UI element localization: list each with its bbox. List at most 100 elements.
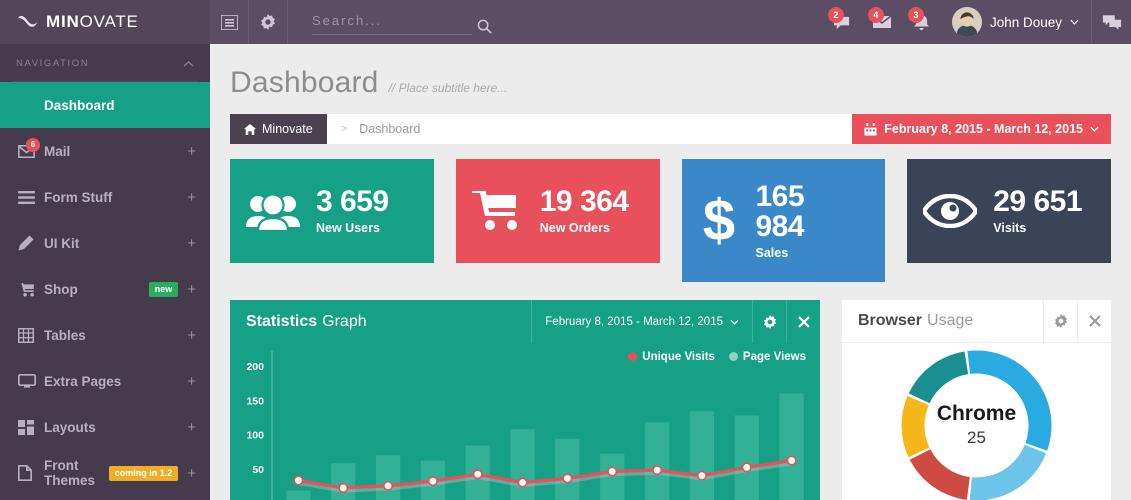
chevron-up-icon[interactable] [183, 59, 194, 69]
mail-icon: 6 [18, 145, 44, 158]
donut-chart: Chrome 25 [889, 338, 1064, 500]
monitor-icon [18, 374, 44, 388]
dollar-icon: $ [698, 191, 740, 251]
calendar-icon [864, 123, 877, 136]
expand-plus-icon[interactable]: + [187, 374, 196, 389]
notification-comments[interactable]: 2 [822, 0, 862, 44]
breadcrumb-current: Dashboard [359, 122, 420, 136]
statistics-panel-header: StatisticsGraph February 8, 2015 - March… [230, 300, 820, 343]
statistics-graph-panel: StatisticsGraph February 8, 2015 - March… [230, 300, 820, 500]
sidebar-item-extra-pages[interactable]: Extra Pages+ [0, 358, 210, 404]
statistics-chart: 50100150200 Unique Visits Page Views [230, 343, 820, 500]
sidebar-item-form-stuff[interactable]: Form Stuff+ [0, 174, 210, 220]
close-icon [1089, 315, 1101, 327]
user-name: John Douey [990, 15, 1062, 30]
page-header: Dashboard // Place subtitle here... [210, 44, 1131, 100]
sidebar-item-layouts[interactable]: Layouts+ [0, 404, 210, 450]
sidebar-item-label: Form Stuff [44, 190, 187, 205]
legend-item-page-views: Page Views [729, 351, 806, 363]
browser-close-button[interactable] [1077, 300, 1111, 342]
breadcrumb: Minovate > Dashboard [230, 114, 852, 144]
expand-plus-icon[interactable]: + [187, 190, 196, 205]
layout-icon [18, 420, 44, 435]
list-icon [18, 191, 44, 204]
stat-tiles: 3 659 New Users 19 364 New Orders [230, 159, 1111, 282]
main-content: Dashboard // Place subtitle here... Mino… [210, 44, 1131, 500]
sidebar-item-ui-kit[interactable]: UI Kit+ [0, 220, 210, 266]
dashboard-panels: StatisticsGraph February 8, 2015 - March… [230, 300, 1111, 500]
badge-count: 4 [868, 7, 884, 23]
sidebar-item-tables[interactable]: Tables+ [0, 312, 210, 358]
donut-slice[interactable] [910, 449, 970, 500]
sidebar-item-dashboard[interactable]: Dashboard [0, 82, 210, 128]
user-avatar [952, 7, 982, 37]
sidebar-item-maps[interactable]: Maps+ [0, 496, 210, 500]
sidebar-item-shop[interactable]: Shopnew+ [0, 266, 210, 312]
breadcrumb-separator: > [341, 123, 347, 135]
notification-messages[interactable]: 4 [862, 0, 902, 44]
stat-value: 165 984 [756, 182, 840, 242]
sidebar-item-front-themes[interactable]: Front Themescoming in 1.2 + [0, 450, 210, 496]
cart-icon [472, 190, 524, 232]
statistics-settings-button[interactable] [752, 300, 786, 343]
stat-label: New Users [316, 221, 389, 235]
sidebar-item-label: Tables [44, 328, 187, 343]
menu-list-icon [221, 15, 238, 30]
eye-icon [923, 194, 977, 228]
notification-alerts[interactable]: 3 [902, 0, 942, 44]
topbar-right-group: 2 4 3 [822, 0, 1131, 44]
topbar-settings-button[interactable] [249, 0, 288, 44]
date-range-picker[interactable]: February 8, 2015 - March 12, 2015 [852, 114, 1111, 144]
expand-plus-icon[interactable]: + [187, 420, 196, 435]
stat-label: New Orders [540, 221, 629, 235]
stat-tile-new-orders[interactable]: 19 364 New Orders [456, 159, 660, 263]
users-icon [246, 191, 300, 231]
donut-slice[interactable] [967, 350, 1051, 450]
stat-value: 19 364 [540, 187, 629, 217]
breadcrumb-home[interactable]: Minovate [230, 114, 327, 144]
donut-slice[interactable] [901, 395, 929, 456]
close-icon [798, 316, 810, 328]
dashboard-app: MINOVATE [0, 0, 1131, 500]
sidebar-item-label: UI Kit [44, 236, 187, 251]
sidebar-item-tag: coming in 1.2 [109, 466, 179, 481]
sidebar-item-mail[interactable]: 6Mail+ [0, 128, 210, 174]
browser-panel-title: BrowserUsage [842, 300, 1043, 342]
search-input[interactable] [312, 10, 472, 35]
user-menu[interactable]: John Douey [942, 0, 1091, 44]
expand-plus-icon[interactable]: + [187, 144, 196, 159]
expand-plus-icon[interactable]: + [187, 466, 196, 481]
sidebar-item-label: Shop [44, 282, 149, 297]
statistics-panel-title: StatisticsGraph [230, 300, 531, 343]
sidebar-toggle-button[interactable] [210, 0, 249, 44]
gear-icon [1054, 314, 1068, 328]
statistics-close-button[interactable] [786, 300, 820, 343]
statistics-date-range[interactable]: February 8, 2015 - March 12, 2015 [531, 300, 752, 343]
expand-plus-icon[interactable]: + [187, 282, 196, 297]
date-range-label: February 8, 2015 - March 12, 2015 [884, 122, 1083, 136]
statistics-date-label: February 8, 2015 - March 12, 2015 [545, 316, 723, 328]
stat-tile-sales[interactable]: $ 165 984 Sales [682, 159, 886, 282]
sidebar: NAVIGATION Dashboard6Mail+Form Stuff+UI … [0, 44, 210, 500]
browser-usage-panel: BrowserUsage [842, 300, 1111, 500]
expand-plus-icon[interactable]: + [187, 236, 196, 251]
sidebar-item-label: Dashboard [44, 98, 196, 113]
expand-plus-icon[interactable]: + [187, 328, 196, 343]
search-box[interactable] [312, 0, 492, 44]
pencil-icon [18, 235, 44, 251]
search-submit-button[interactable] [477, 19, 492, 39]
browser-settings-button[interactable] [1043, 300, 1077, 342]
breadcrumb-row: Minovate > Dashboard February 8, 2015 - … [230, 114, 1111, 144]
stat-tile-new-users[interactable]: 3 659 New Users [230, 159, 434, 263]
stat-value: 29 651 [993, 187, 1082, 217]
brand-logo[interactable]: MINOVATE [0, 0, 210, 44]
donut-slice[interactable] [970, 444, 1046, 500]
page-subtitle: // Place subtitle here... [389, 81, 508, 95]
gear-icon [260, 14, 276, 30]
stat-tile-visits[interactable]: 29 651 Visits [907, 159, 1111, 263]
donut-slice[interactable] [909, 351, 968, 403]
sidebar-item-label: Front Themes [44, 458, 109, 488]
chat-toggle-button[interactable] [1091, 0, 1131, 44]
search-icon [477, 19, 492, 34]
svg-text:$: $ [702, 191, 734, 251]
